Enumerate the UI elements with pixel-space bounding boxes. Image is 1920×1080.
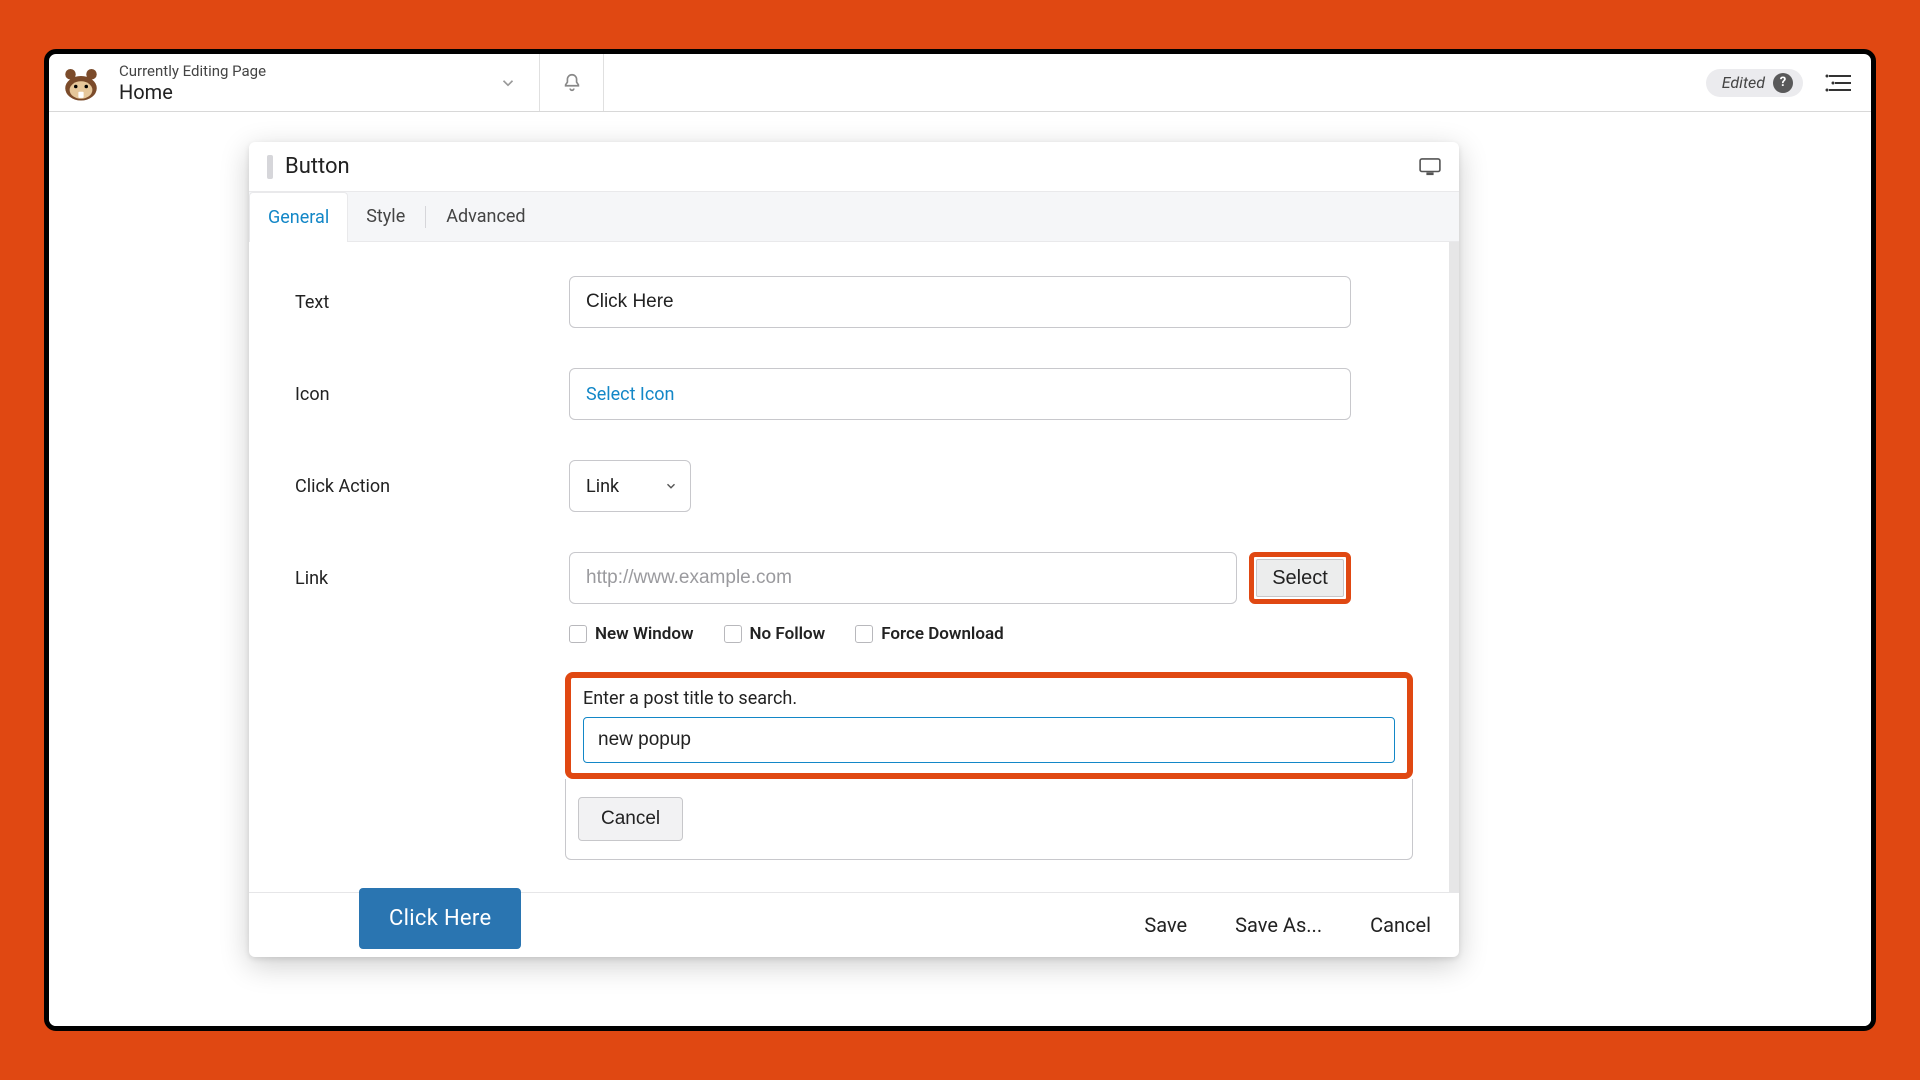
save-button[interactable]: Save	[1144, 913, 1187, 937]
preview-button[interactable]: Click Here	[359, 888, 521, 949]
panel-header[interactable]: Button	[249, 142, 1459, 192]
checkbox-box-icon	[569, 625, 587, 643]
page-selector[interactable]: Currently Editing Page Home	[119, 62, 266, 104]
link-input[interactable]	[569, 552, 1237, 604]
save-as-button[interactable]: Save As...	[1235, 913, 1322, 937]
drag-handle-icon	[267, 155, 273, 179]
field-label-icon: Icon	[295, 384, 569, 405]
panel-scrollbar[interactable]	[1449, 242, 1459, 892]
field-row-text: Text	[249, 276, 1459, 328]
checkbox-box-icon	[855, 625, 873, 643]
outline-icon	[1825, 71, 1853, 95]
link-options-row: New Window No Follow Force Download	[249, 624, 1459, 644]
link-search-panel: Enter a post title to search. Cancel	[565, 672, 1413, 860]
notifications-button[interactable]	[540, 54, 604, 111]
force-download-label: Force Download	[881, 624, 1003, 644]
page-selector-name: Home	[119, 80, 266, 104]
no-follow-label: No Follow	[750, 624, 826, 644]
app-logo-icon	[57, 61, 105, 105]
field-row-icon: Icon Select Icon	[249, 368, 1459, 420]
field-label-click-action: Click Action	[295, 476, 569, 497]
field-row-link: Link Select	[249, 552, 1459, 604]
click-action-select[interactable]: Link	[569, 460, 691, 512]
bell-icon	[561, 72, 583, 94]
click-action-value: Link	[586, 476, 619, 497]
app-frame: Currently Editing Page Home Edited ?	[44, 49, 1876, 1031]
chevron-down-icon	[664, 479, 678, 493]
field-label-text: Text	[295, 292, 569, 313]
link-search-input[interactable]	[583, 717, 1395, 763]
page-selector-eyebrow: Currently Editing Page	[119, 62, 266, 80]
no-follow-checkbox[interactable]: No Follow	[724, 624, 826, 644]
panel-body: Text Icon Select Icon Click	[249, 242, 1459, 892]
tab-divider	[425, 206, 426, 228]
select-icon-label: Select Icon	[586, 384, 674, 405]
outline-panel-button[interactable]	[1821, 65, 1857, 101]
editor-canvas: Button General Style Advanced Tex	[49, 112, 1871, 1026]
new-window-label: New Window	[595, 624, 694, 644]
link-search-lower: Cancel	[565, 779, 1413, 860]
link-search-label: Enter a post title to search.	[583, 688, 1395, 709]
display-icon	[1419, 158, 1441, 176]
page-dropdown-chevron[interactable]	[476, 54, 540, 111]
field-row-click-action: Click Action Link	[249, 460, 1459, 512]
link-search-highlight: Enter a post title to search.	[565, 672, 1413, 779]
topbar: Currently Editing Page Home Edited ?	[49, 54, 1871, 112]
tab-advanced[interactable]: Advanced	[428, 192, 543, 241]
link-search-cancel-button[interactable]: Cancel	[578, 797, 683, 841]
edited-status-pill[interactable]: Edited ?	[1706, 69, 1803, 97]
select-icon-button[interactable]: Select Icon	[569, 368, 1351, 420]
link-select-button[interactable]: Select	[1256, 559, 1344, 597]
edited-label: Edited	[1722, 73, 1765, 92]
responsive-toggle-button[interactable]	[1419, 158, 1441, 176]
field-label-link: Link	[295, 568, 569, 589]
new-window-checkbox[interactable]: New Window	[569, 624, 694, 644]
panel-title: Button	[285, 154, 350, 179]
help-icon: ?	[1773, 73, 1793, 93]
module-settings-panel: Button General Style Advanced Tex	[249, 142, 1459, 957]
tab-style[interactable]: Style	[348, 192, 423, 241]
checkbox-box-icon	[724, 625, 742, 643]
force-download-checkbox[interactable]: Force Download	[855, 624, 1003, 644]
cancel-button[interactable]: Cancel	[1370, 913, 1431, 937]
tab-general[interactable]: General	[249, 192, 348, 242]
text-input[interactable]	[569, 276, 1351, 328]
select-button-highlight: Select	[1249, 552, 1351, 604]
panel-tabs: General Style Advanced	[249, 192, 1459, 242]
